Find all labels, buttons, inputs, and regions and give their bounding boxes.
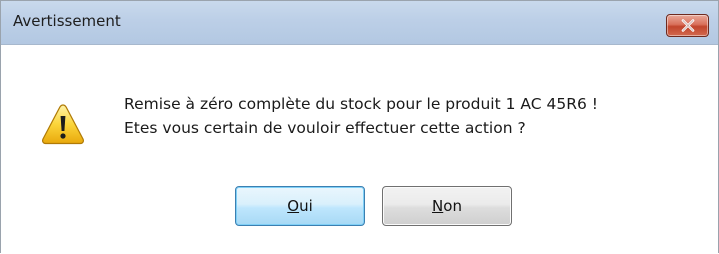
yes-label-rest: ui [299,197,313,215]
warning-dialog: Avertissement Remise à zéro complète du … [0,0,719,254]
warning-icon [42,104,84,145]
no-button[interactable]: Non [382,186,512,226]
message-line-1: Remise à zéro complète du stock pour le … [124,95,598,113]
close-button[interactable] [666,14,709,37]
dialog-titlebar[interactable]: Avertissement [1,1,718,45]
no-label-rest: on [443,197,462,215]
dialog-content: Remise à zéro complète du stock pour le … [1,45,718,254]
close-icon [681,19,695,32]
yes-mnemonic: O [287,197,300,215]
dialog-message: Remise à zéro complète du stock pour le … [124,92,598,140]
no-mnemonic: N [432,197,444,215]
dialog-title: Avertissement [13,12,121,30]
yes-button[interactable]: Oui [235,186,365,226]
message-line-2: Etes vous certain de vouloir effectuer c… [124,119,526,137]
